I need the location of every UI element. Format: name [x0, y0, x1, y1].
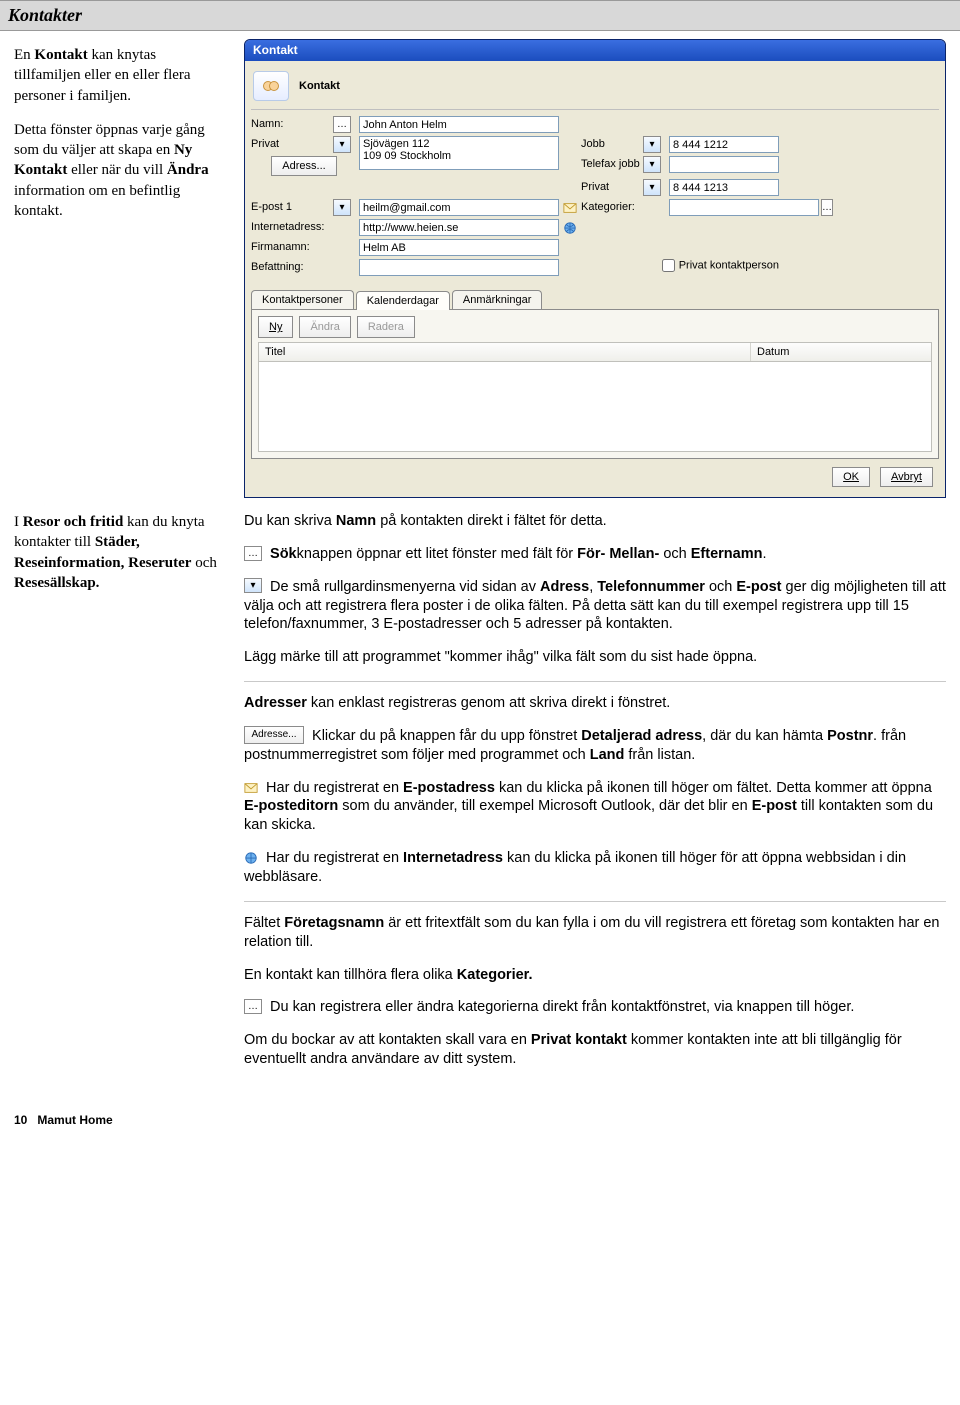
label-firma: Firmanamn:	[251, 239, 331, 253]
intro-p1: En Kontakt kan knytas tillfamiljen eller…	[14, 45, 224, 106]
list-header[interactable]: Titel Datum	[258, 342, 932, 362]
tab-kontaktpersoner[interactable]: Kontaktpersoner	[251, 290, 354, 309]
kontakt-window: Kontakt Kontakt Namn: … Priva	[244, 39, 946, 498]
kategorier-input[interactable]	[669, 199, 819, 216]
instr-p5: Adresser kan enklast registreras genom a…	[244, 694, 946, 713]
col-titel[interactable]: Titel	[259, 343, 751, 361]
window-title: Kontakt	[253, 43, 298, 57]
instr-p1: Du kan skriva Namn på kontakten direkt i…	[244, 512, 946, 531]
kategorier-button[interactable]: …	[821, 199, 833, 216]
instr-p8: Har du registrerat en Internetadress kan…	[244, 849, 946, 887]
jobb-dropdown-icon[interactable]: ▾	[643, 136, 661, 153]
adresse-button-inline: Adresse...	[244, 726, 304, 744]
page-header-title: Kontakter	[8, 5, 82, 25]
instr-p6: Adresse... Klickar du på knappen får du …	[244, 727, 946, 765]
book-title: Mamut Home	[37, 1113, 112, 1127]
firma-input[interactable]	[359, 239, 559, 256]
contact-form: Namn: … Privat ▾ Sjövägen 112 109 09 Sto…	[251, 116, 939, 276]
label-kategorier: Kategorier:	[581, 199, 641, 213]
browse-icon: …	[244, 546, 262, 561]
page-number: 10	[14, 1113, 27, 1127]
epost1-input[interactable]	[359, 199, 559, 216]
mail-icon	[244, 780, 262, 796]
avbryt-button[interactable]: Avbryt	[880, 467, 933, 487]
tab-kalenderdagar[interactable]: Kalenderdagar	[356, 291, 450, 310]
main-instruction-text: Du kan skriva Namn på kontakten direkt i…	[244, 512, 946, 1083]
telefax-dropdown-icon[interactable]: ▾	[643, 156, 661, 173]
page-header-bar: Kontakter	[0, 0, 960, 31]
befattning-input[interactable]	[359, 259, 559, 276]
top-two-columns: En Kontakt kan knytas tillfamiljen eller…	[14, 39, 946, 498]
intro-p2: Detta fönster öppnas varje gång som du v…	[14, 120, 224, 221]
window-titlebar[interactable]: Kontakt	[245, 40, 945, 61]
web-icon	[244, 850, 262, 866]
andra-button[interactable]: Ändra	[299, 316, 350, 338]
mail-icon[interactable]	[561, 199, 579, 216]
label-privat-kontaktperson: Privat kontaktperson	[679, 259, 779, 271]
label-befattning: Befattning:	[251, 259, 331, 273]
tab-anmarkningar[interactable]: Anmärkningar	[452, 290, 542, 309]
intro-text-column: En Kontakt kan knytas tillfamiljen eller…	[14, 39, 224, 235]
adress-button[interactable]: Adress...	[271, 156, 336, 176]
chevron-down-icon: ▾	[244, 578, 262, 593]
contacts-icon	[253, 71, 289, 101]
label-internet: Internetadress:	[251, 219, 331, 233]
instr-p10: En kontakt kan tillhöra flera olika Kate…	[244, 966, 946, 985]
separator-2	[244, 901, 946, 902]
tab-strip: Kontaktpersoner Kalenderdagar Anmärkning…	[251, 290, 939, 309]
lower-two-columns: I Resor och fritid kan du knyta kontakte…	[14, 512, 946, 1083]
label-privat-phone: Privat	[581, 179, 641, 193]
jobb-input[interactable]	[669, 136, 779, 153]
label-privat-address: Privat	[251, 136, 331, 150]
radera-button[interactable]: Radera	[357, 316, 415, 338]
internet-input[interactable]	[359, 219, 559, 236]
namn-input[interactable]	[359, 116, 559, 133]
instr-p12: Om du bockar av att kontakten skall vara…	[244, 1031, 946, 1069]
label-namn: Namn:	[251, 116, 331, 130]
separator	[244, 681, 946, 682]
instr-p9: Fältet Företagsnamn är ett fritextfält s…	[244, 914, 946, 952]
privat2-dropdown-icon[interactable]: ▾	[643, 179, 661, 196]
sidebar-note: I Resor och fritid kan du knyta kontakte…	[14, 512, 224, 1083]
address-dropdown-icon[interactable]: ▾	[333, 136, 351, 153]
ok-button[interactable]: OK	[832, 467, 870, 487]
col-datum[interactable]: Datum	[751, 343, 931, 361]
list-body[interactable]	[258, 362, 932, 452]
browse-icon: …	[244, 999, 262, 1014]
window-section-header: Kontakt	[251, 67, 939, 110]
instr-p4: Lägg märke till att programmet "kommer i…	[244, 648, 946, 667]
instr-p7: Har du registrerat en E-postadress kan d…	[244, 779, 946, 836]
privat2-input[interactable]	[669, 179, 779, 196]
page-body: En Kontakt kan knytas tillfamiljen eller…	[0, 31, 960, 1103]
telefax-input[interactable]	[669, 156, 779, 173]
tab-pane: Ny Ändra Radera Titel Datum	[251, 309, 939, 459]
window-section-title: Kontakt	[299, 80, 340, 92]
search-name-button[interactable]: …	[333, 116, 351, 133]
instr-p3: ▾ De små rullgardinsmenyerna vid sidan a…	[244, 578, 946, 635]
privat-kontaktperson-checkbox[interactable]	[662, 259, 675, 272]
page-footer: 10 Mamut Home	[0, 1103, 960, 1137]
web-icon[interactable]	[561, 219, 579, 236]
ny-button[interactable]: Ny	[258, 316, 293, 338]
epost-dropdown-icon[interactable]: ▾	[333, 199, 351, 216]
address-textarea[interactable]: Sjövägen 112 109 09 Stockholm	[359, 136, 559, 170]
label-epost1: E-post 1	[251, 199, 331, 213]
instr-p2: … Sökknappen öppnar ett litet fönster me…	[244, 545, 946, 564]
label-telefax: Telefax jobb	[581, 156, 641, 170]
instr-p11: … Du kan registrera eller ändra kategori…	[244, 998, 946, 1017]
label-jobb: Jobb	[581, 136, 641, 150]
